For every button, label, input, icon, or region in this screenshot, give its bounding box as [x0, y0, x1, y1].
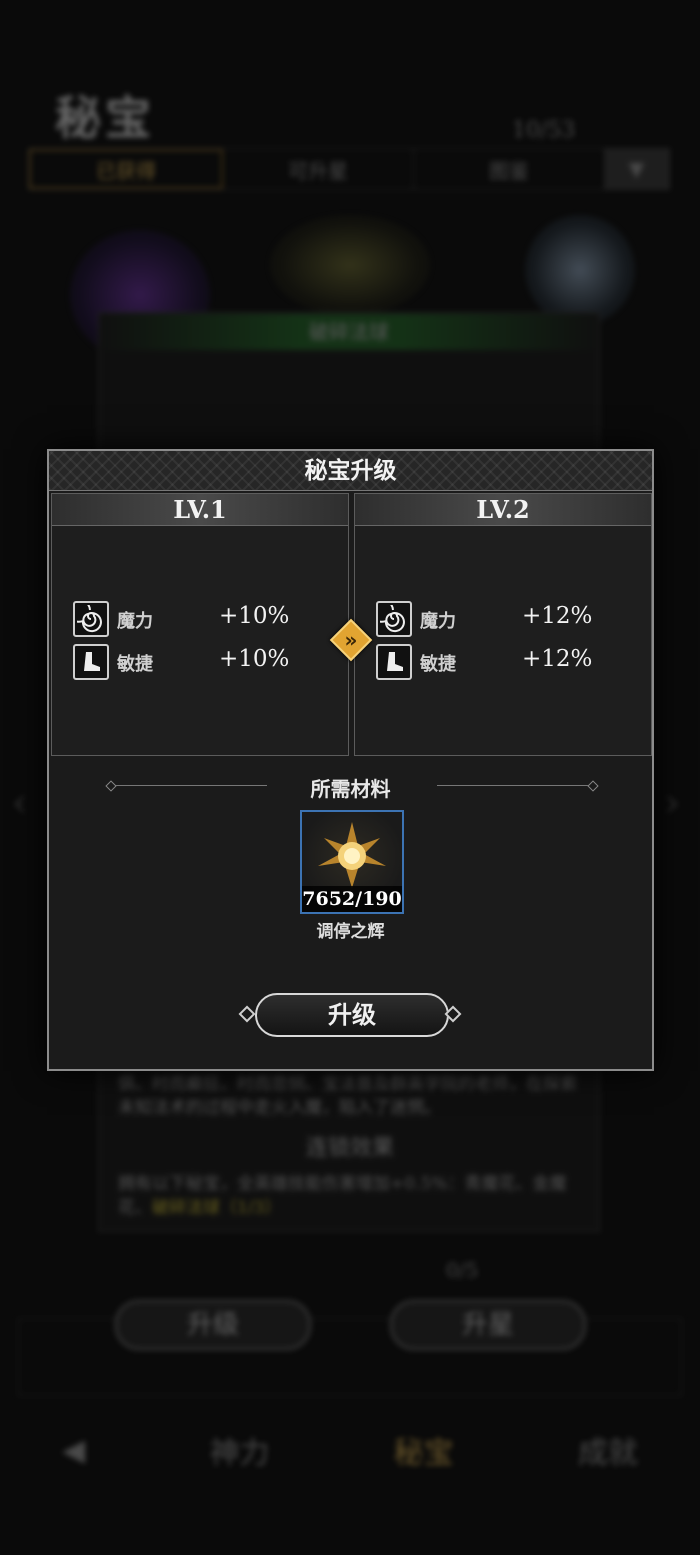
- bg-upgrade-button: 升级: [115, 1300, 311, 1350]
- bg-chain-title: 连锁效果: [305, 1136, 394, 1161]
- button-deco-left: [238, 1005, 256, 1023]
- stat-name: 魔力: [117, 611, 153, 632]
- spiral-icon: [376, 601, 412, 637]
- current-level-panel: LV.1 魔力 +10% 敏捷 +10%: [51, 493, 349, 756]
- stat-name: 敏捷: [420, 654, 456, 675]
- bg-bottom-nav: ◀ 神力 秘宝 成就: [0, 1410, 700, 1490]
- stat-value: +10%: [219, 646, 290, 672]
- upgrade-dialog: 秘宝升级 LV.1 魔力 +10% 敏捷 +10% LV.2 魔力 +12% 敏…: [47, 449, 654, 1071]
- stat-row: 魔力 +12%: [376, 601, 636, 637]
- spiral-icon: [73, 601, 109, 637]
- bg-prev-arrow-icon: ‹: [12, 780, 28, 826]
- bg-page-title: 秘宝: [55, 91, 155, 145]
- stat-row: 敏捷 +12%: [376, 644, 636, 680]
- bg-tab-bar: 已获得 可升星 图鉴 ▼: [28, 148, 670, 190]
- dialog-title: 秘宝升级: [304, 457, 397, 484]
- bg-tab-upgradable: 可升星: [223, 149, 414, 189]
- boot-icon: [376, 644, 412, 680]
- bg-chain-highlight: 破碎法球（1/3）: [152, 1198, 282, 1218]
- stat-value: +10%: [219, 603, 290, 629]
- bg-filter-icon: ▼: [605, 149, 669, 189]
- bg-tab-owned: 已获得: [29, 149, 223, 189]
- bg-nav-back-icon: ◀: [62, 1432, 86, 1468]
- bg-nav-power: 神力: [209, 1436, 270, 1471]
- bg-detail-title: 破碎法球: [98, 314, 600, 350]
- stat-name: 魔力: [420, 611, 456, 632]
- bg-relic-art: [525, 215, 635, 325]
- materials-title: 所需材料: [310, 777, 391, 801]
- stat-value: +12%: [522, 646, 593, 672]
- bg-relic-art: [270, 215, 430, 315]
- next-level-panel: LV.2 魔力 +12% 敏捷 +12%: [354, 493, 652, 756]
- bg-nav-achievement: 成就: [577, 1436, 638, 1471]
- next-level-label: LV.2: [355, 494, 651, 526]
- divider-right: [437, 785, 593, 786]
- bg-tab-codex: 图鉴: [414, 149, 605, 189]
- bg-star-button: 升星: [390, 1300, 586, 1350]
- upgrade-button[interactable]: 升级: [255, 993, 449, 1037]
- stat-value: +12%: [522, 603, 593, 629]
- stat-name: 敏捷: [117, 654, 153, 675]
- boot-icon: [73, 644, 109, 680]
- bg-collection-count: 10/53: [512, 118, 576, 143]
- bg-next-arrow-icon: ›: [664, 780, 680, 826]
- bg-lore-text: 俱、时而癫狂、时而悲悯、宝法普及群英学院的老师，在探索未知法术的过程中走火入魔，…: [118, 1074, 577, 1118]
- bg-chain-desc: 拥有以下秘宝，全英雄技能伤害增加+0.5%：青魔花、金魔花、破碎法球（1/3）: [118, 1172, 588, 1220]
- stat-row: 魔力 +10%: [73, 601, 333, 637]
- bg-star-count: 0/5: [446, 1258, 479, 1282]
- current-level-label: LV.1: [52, 494, 348, 526]
- material-slot[interactable]: 7652/190: [300, 810, 404, 914]
- material-name: 调停之辉: [316, 922, 385, 942]
- stat-row: 敏捷 +10%: [73, 644, 333, 680]
- double-chevron-right-icon: »: [344, 628, 358, 652]
- material-count: 7652/190: [302, 886, 402, 912]
- bg-nav-relic: 秘宝: [393, 1436, 454, 1471]
- radiant-star-icon: [318, 822, 386, 888]
